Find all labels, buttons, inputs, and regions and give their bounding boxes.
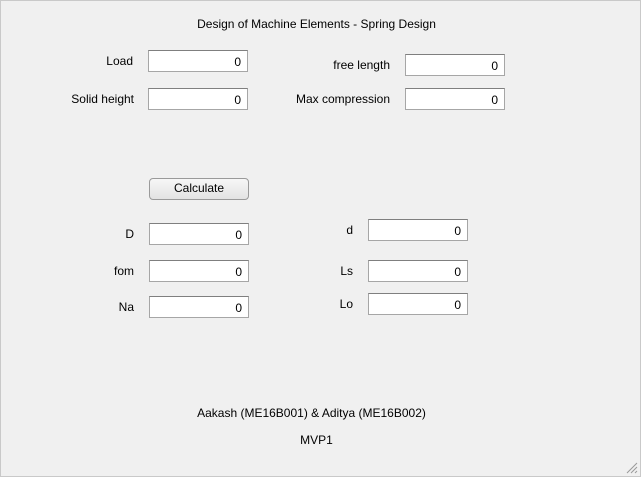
load-input[interactable]: 0	[148, 50, 248, 72]
Na-output[interactable]: 0	[149, 296, 249, 318]
authors-text: Aakash (ME16B001) & Aditya (ME16B002)	[197, 406, 426, 420]
Lo-label: Lo	[339, 297, 353, 311]
app-window: Design of Machine Elements - Spring Desi…	[0, 0, 641, 477]
page-title: Design of Machine Elements - Spring Desi…	[197, 17, 436, 31]
load-label: Load	[106, 54, 133, 68]
max-compression-label: Max compression	[295, 92, 390, 106]
d-output[interactable]: 0	[368, 219, 468, 241]
Na-label: Na	[118, 300, 134, 314]
D-label: D	[125, 227, 134, 241]
resize-grip-icon[interactable]	[626, 462, 638, 474]
version-text: MVP1	[300, 433, 333, 447]
Lo-output[interactable]: 0	[368, 293, 468, 315]
free-length-label: free length	[333, 58, 390, 72]
max-compression-input[interactable]: 0	[405, 88, 505, 110]
Ls-label: Ls	[340, 264, 353, 278]
solid-height-label: Solid height	[71, 92, 134, 106]
free-length-input[interactable]: 0	[405, 54, 505, 76]
fom-output[interactable]: 0	[149, 260, 249, 282]
fom-label: fom	[113, 264, 134, 278]
d-label: d	[346, 223, 353, 237]
Ls-output[interactable]: 0	[368, 260, 468, 282]
calculate-button[interactable]: Calculate	[149, 178, 249, 200]
solid-height-input[interactable]: 0	[148, 88, 248, 110]
D-output[interactable]: 0	[149, 223, 249, 245]
